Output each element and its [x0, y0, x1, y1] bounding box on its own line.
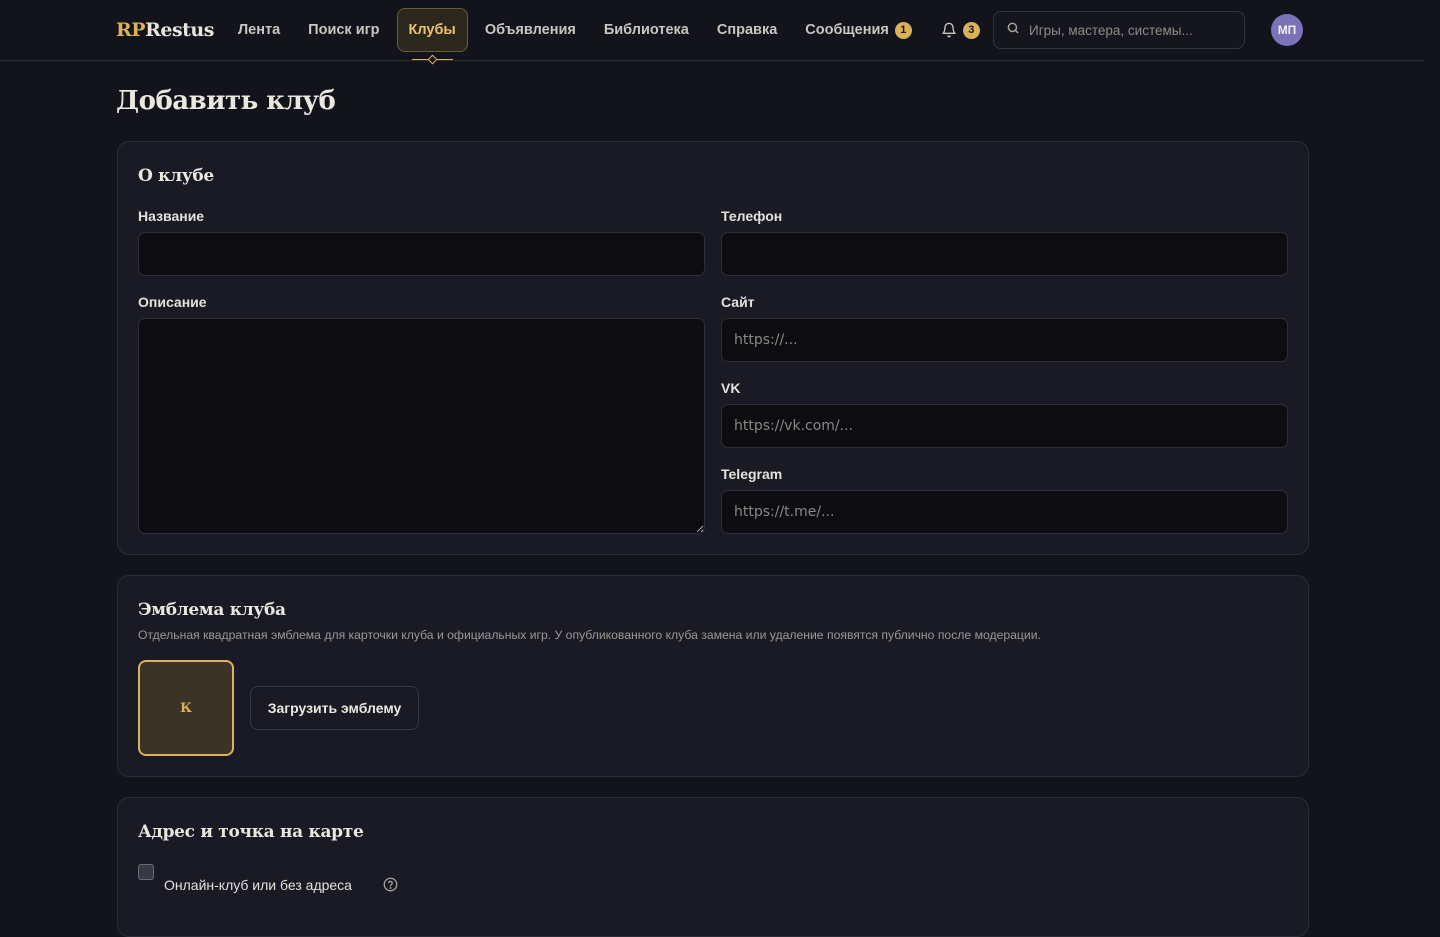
description-label: Описание [138, 294, 207, 310]
user-avatar[interactable]: МП [1271, 14, 1303, 46]
telegram-input[interactable] [721, 490, 1288, 534]
messages-count-badge: 1 [894, 21, 912, 39]
nav-item-library[interactable]: Библиотека [593, 8, 700, 52]
vk-label: VK [721, 380, 741, 396]
nav-item-help[interactable]: Справка [706, 8, 788, 52]
site-input[interactable] [721, 318, 1288, 362]
search-icon [1006, 21, 1020, 40]
notifications-count-badge: 3 [962, 21, 980, 39]
nav-item-label: Справка [716, 22, 778, 38]
name-input[interactable] [138, 232, 705, 276]
notifications-button[interactable]: 3 [929, 8, 990, 52]
address-section-title: Адрес и точка на карте [138, 822, 364, 842]
logo-main: Restus [145, 19, 214, 41]
nav-item-label: Объявления [484, 22, 576, 38]
online-club-checkbox-label[interactable]: Онлайн-клуб или без адреса [164, 877, 352, 893]
site-logo[interactable]: RPRestus [116, 17, 214, 43]
nav-item-label: Поиск игр [308, 22, 380, 38]
nav-item-label: Лента [238, 22, 281, 38]
nav-item-label: Библиотека [603, 22, 689, 38]
emblem-preview: К [138, 660, 234, 756]
telegram-label: Telegram [721, 466, 783, 482]
nav-item-feed[interactable]: Лента [227, 8, 291, 52]
nav-item-announcements[interactable]: Объявления [474, 8, 587, 52]
top-navigation-bar: RPRestus Лента Поиск игр Клубы Объявлени… [0, 0, 1424, 61]
description-textarea[interactable] [138, 318, 705, 534]
phone-input[interactable] [721, 232, 1288, 276]
club-emblem-card: Эмблема клуба Отдельная квадратная эмбле… [117, 575, 1309, 777]
address-map-card: Адрес и точка на карте Онлайн-клуб или б… [117, 797, 1309, 937]
online-club-checkbox[interactable] [138, 864, 154, 880]
emblem-description: Отдельная квадратная эмблема для карточк… [138, 628, 1041, 642]
name-label: Название [138, 208, 205, 224]
about-section-title: О клубе [138, 166, 214, 186]
nav-item-clubs[interactable]: Клубы [396, 8, 468, 60]
emblem-section-title: Эмблема клуба [138, 600, 286, 620]
help-circle-icon[interactable] [383, 877, 398, 897]
main-nav: Лента Поиск игр Клубы Объявления Библиот… [227, 8, 990, 60]
site-label: Сайт [721, 294, 755, 310]
page-title: Добавить клуб [116, 86, 336, 116]
logo-accent: RP [116, 19, 146, 41]
search-input[interactable] [1029, 22, 1244, 38]
phone-label: Телефон [721, 208, 783, 224]
upload-emblem-button[interactable]: Загрузить эмблему [250, 686, 419, 730]
search-box [993, 11, 1245, 49]
vk-input[interactable] [721, 404, 1288, 448]
nav-item-label: Клубы [408, 22, 456, 38]
bell-icon [941, 22, 957, 38]
nav-item-label: Сообщения [805, 22, 889, 38]
about-club-card: О клубе Название Телефон Описание Сайт V… [117, 141, 1309, 555]
nav-item-messages[interactable]: Сообщения 1 [794, 8, 923, 52]
nav-item-game-search[interactable]: Поиск игр [297, 8, 390, 52]
